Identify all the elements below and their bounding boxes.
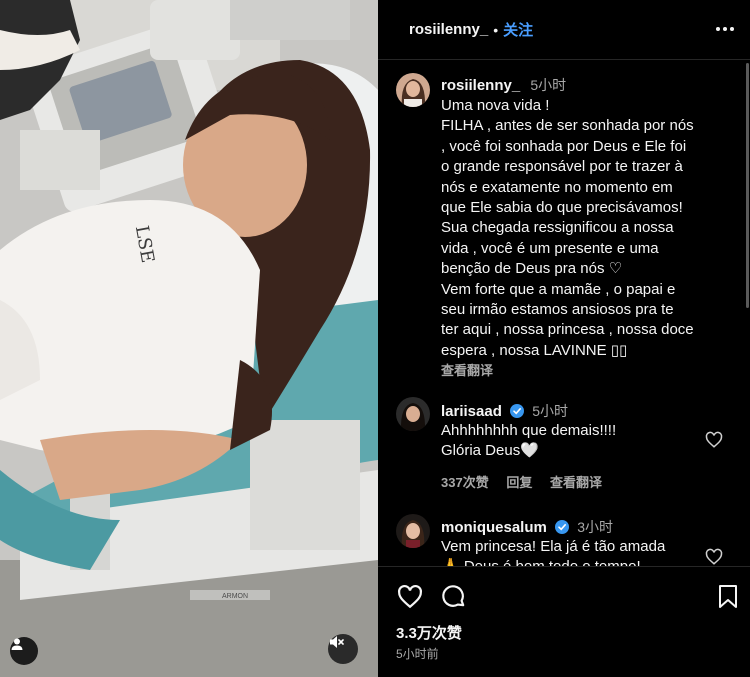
save-button[interactable] bbox=[714, 583, 742, 611]
see-translation-link[interactable]: 查看翻译 bbox=[441, 363, 493, 378]
verified-badge-icon bbox=[555, 520, 570, 534]
post-footer: 3.3万次赞 5小时前 bbox=[378, 566, 750, 677]
reply-button[interactable]: 回复 bbox=[506, 475, 532, 490]
heart-icon[interactable] bbox=[705, 548, 723, 566]
avatar[interactable] bbox=[396, 73, 430, 107]
comment-text: Uma nova vida ! FILHA , antes de ser son… bbox=[441, 97, 694, 359]
post-media[interactable]: LSE ARMON bbox=[0, 0, 378, 677]
comment-username[interactable]: lariisaad bbox=[441, 403, 502, 420]
comments-list[interactable]: rosiilenny_ 5小时 Uma nova vida ! FILHA , … bbox=[378, 61, 750, 566]
heart-icon bbox=[398, 584, 422, 609]
comment-header: rosiilenny_ 5小时 bbox=[441, 75, 566, 95]
mute-button[interactable] bbox=[328, 634, 358, 664]
comment-button[interactable] bbox=[440, 583, 468, 611]
comment-text: Ahhhhhhhh que demais!!!! Glória Deus🤍 bbox=[441, 422, 617, 460]
comment-username[interactable]: rosiilenny_ bbox=[441, 77, 520, 94]
scrollbar-thumb[interactable] bbox=[746, 63, 749, 308]
user-tag-button[interactable] bbox=[10, 637, 38, 665]
verified-badge-icon bbox=[510, 404, 525, 418]
avatar-image bbox=[396, 514, 430, 548]
comment-time: 5小时 bbox=[532, 403, 569, 419]
post-time-ago[interactable]: 5小时前 bbox=[396, 645, 439, 662]
comment-time: 5小时 bbox=[530, 77, 567, 93]
action-bar bbox=[396, 583, 738, 611]
header-separator: • bbox=[493, 21, 499, 38]
comment-header: lariisaad 5小时 bbox=[441, 401, 568, 421]
avatar-image bbox=[396, 397, 430, 431]
see-translation-link[interactable]: 查看翻译 bbox=[550, 475, 602, 490]
comment-text: Vem princesa! Ela já é tão amada 🙏 Deus … bbox=[441, 538, 666, 566]
more-options-button[interactable] bbox=[714, 18, 736, 40]
like-count[interactable]: 3.3万次赞 bbox=[396, 622, 462, 643]
like-button[interactable] bbox=[396, 583, 424, 611]
post-header: rosiilenny_ • 关注 bbox=[378, 0, 750, 60]
comment-actions: 337次赞 回复 查看翻译 bbox=[441, 472, 616, 491]
comment-like-count[interactable]: 337次赞 bbox=[441, 475, 489, 490]
comment-header: moniquesalum 3小时 bbox=[441, 517, 613, 537]
more-horizontal-icon bbox=[716, 27, 734, 31]
bookmark-icon bbox=[719, 585, 737, 608]
comment-icon bbox=[442, 585, 465, 607]
post-author-username[interactable]: rosiilenny_ bbox=[409, 21, 488, 38]
avatar[interactable] bbox=[396, 397, 430, 431]
comment-time: 3小时 bbox=[577, 519, 613, 535]
svg-text:ARMON: ARMON bbox=[222, 593, 248, 600]
user-tag-icon bbox=[11, 638, 23, 650]
comment-username[interactable]: moniquesalum bbox=[441, 519, 547, 536]
heart-icon[interactable] bbox=[705, 431, 723, 449]
post-photo: LSE ARMON bbox=[0, 0, 378, 677]
avatar[interactable] bbox=[396, 514, 430, 548]
comment-actions: 查看翻译 bbox=[441, 360, 507, 379]
avatar-image bbox=[396, 73, 430, 107]
follow-button[interactable]: 关注 bbox=[503, 19, 533, 40]
comments-scrollbar[interactable] bbox=[746, 61, 750, 566]
speaker-muted-icon bbox=[330, 636, 344, 648]
post-side-panel: rosiilenny_ • 关注 rosiilenny_ 5小时 Uma nov… bbox=[378, 0, 750, 677]
